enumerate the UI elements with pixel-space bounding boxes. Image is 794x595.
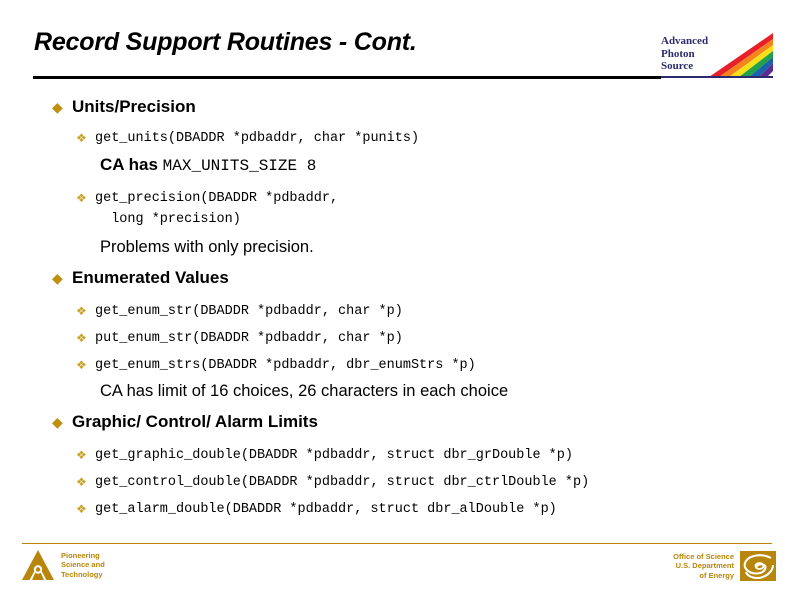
code-signature: get_control_double(DBADDR *pdbaddr, stru… bbox=[95, 475, 590, 490]
floral-diamond-bullet-icon: ❖ bbox=[76, 358, 87, 372]
aps-logo-line1: Advanced bbox=[661, 35, 709, 47]
floral-diamond-bullet-icon: ❖ bbox=[76, 191, 87, 205]
list-item: ❖ get_alarm_double(DBADDR *pdbaddr, stru… bbox=[0, 499, 794, 520]
section-heading-label: Graphic/ Control/ Alarm Limits bbox=[72, 412, 318, 431]
list-item: ❖ get_enum_str(DBADDR *pdbaddr, char *p) bbox=[0, 301, 794, 322]
section-heading-enumerated-values: ◆ Enumerated Values bbox=[0, 267, 794, 289]
list-item: ❖ get_units(DBADDR *pdbaddr, char *punit… bbox=[0, 128, 794, 149]
slide-content: ◆ Units/Precision ❖ get_units(DBADDR *pd… bbox=[0, 88, 794, 520]
argonne-tagline: Pioneering Science and Technology bbox=[61, 550, 105, 579]
code-signature: put_enum_str(DBADDR *pdbaddr, char *p) bbox=[95, 331, 403, 346]
title-divider bbox=[33, 76, 661, 79]
code-signature: get_units(DBADDR *pdbaddr, char *punits) bbox=[95, 131, 420, 146]
doe-tagline: Office of Science U.S. Department of Ene… bbox=[673, 551, 734, 580]
list-item: ❖ get_precision(DBADDR *pdbaddr, long *p… bbox=[0, 188, 794, 230]
doe-logo: Office of Science U.S. Department of Ene… bbox=[673, 551, 776, 581]
code-signature: get_enum_str(DBADDR *pdbaddr, char *p) bbox=[95, 304, 403, 319]
list-item: ❖ get_graphic_double(DBADDR *pdbaddr, st… bbox=[0, 445, 794, 466]
diamond-bullet-icon: ◆ bbox=[52, 414, 63, 430]
aps-rainbow-icon bbox=[709, 33, 773, 77]
floral-diamond-bullet-icon: ❖ bbox=[76, 475, 87, 489]
section-heading-label: Enumerated Values bbox=[72, 268, 229, 287]
floral-diamond-bullet-icon: ❖ bbox=[76, 448, 87, 462]
argonne-logo: Pioneering Science and Technology bbox=[22, 550, 105, 580]
page-title: Record Support Routines - Cont. bbox=[34, 28, 417, 56]
footer-divider bbox=[22, 543, 772, 544]
advanced-photon-source-logo: Advanced Photon Source bbox=[661, 33, 773, 81]
list-item: ❖ get_control_double(DBADDR *pdbaddr, st… bbox=[0, 472, 794, 493]
aps-logo-line3: Source bbox=[661, 60, 694, 72]
floral-diamond-bullet-icon: ❖ bbox=[76, 331, 87, 345]
list-item: ❖ get_enum_strs(DBADDR *pdbaddr, dbr_enu… bbox=[0, 355, 794, 376]
argonne-a-icon bbox=[22, 550, 54, 580]
floral-diamond-bullet-icon: ❖ bbox=[76, 131, 87, 145]
section-heading-graphic-control-alarm-limits: ◆ Graphic/ Control/ Alarm Limits bbox=[0, 411, 794, 433]
aps-logo-underline bbox=[661, 76, 773, 78]
aps-logo-text: Advanced Photon Source bbox=[661, 35, 708, 73]
note-ca-units: CA has MAX_UNITS_SIZE 8 bbox=[0, 153, 794, 178]
floral-diamond-bullet-icon: ❖ bbox=[76, 502, 87, 516]
slide-header: Record Support Routines - Cont. Advanced… bbox=[0, 0, 794, 88]
slide-footer: Pioneering Science and Technology Office… bbox=[0, 540, 794, 595]
diamond-bullet-icon: ◆ bbox=[52, 99, 63, 115]
note-lead: CA has bbox=[100, 155, 163, 174]
section-heading-units-precision: ◆ Units/Precision bbox=[0, 96, 794, 118]
diamond-bullet-icon: ◆ bbox=[52, 270, 63, 286]
note-mono: MAX_UNITS_SIZE 8 bbox=[162, 157, 317, 175]
code-signature: get_graphic_double(DBADDR *pdbaddr, stru… bbox=[95, 448, 573, 463]
section-heading-label: Units/Precision bbox=[72, 97, 196, 116]
note-ca-enum-limit: CA has limit of 16 choices, 26 character… bbox=[100, 382, 509, 400]
code-signature: get_enum_strs(DBADDR *pdbaddr, dbr_enumS… bbox=[95, 358, 476, 373]
code-signature: get_alarm_double(DBADDR *pdbaddr, struct… bbox=[95, 502, 557, 517]
doe-swirl-icon bbox=[740, 551, 776, 581]
code-signature: get_precision(DBADDR *pdbaddr, long *pre… bbox=[95, 191, 339, 227]
note-precision-problem: Problems with only precision. bbox=[100, 238, 314, 256]
floral-diamond-bullet-icon: ❖ bbox=[76, 304, 87, 318]
list-item: ❖ put_enum_str(DBADDR *pdbaddr, char *p) bbox=[0, 328, 794, 349]
aps-logo-line2: Photon bbox=[661, 47, 695, 60]
